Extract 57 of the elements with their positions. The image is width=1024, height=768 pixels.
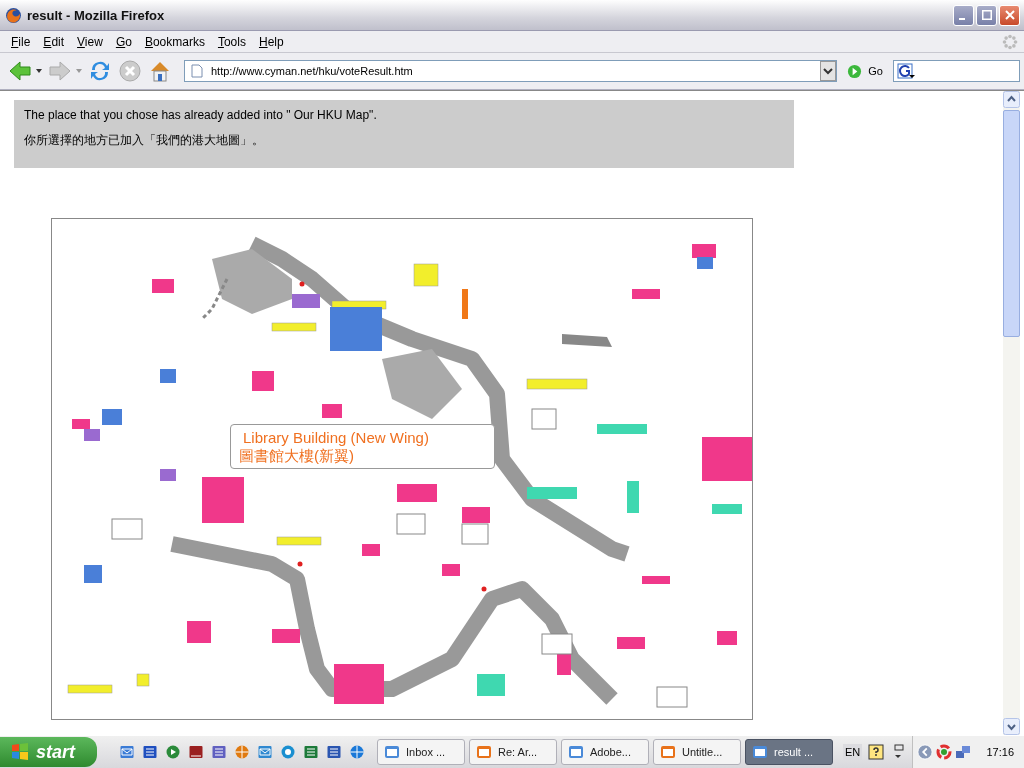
reload-icon[interactable]: [88, 59, 112, 83]
taskbar-button[interactable]: Re: Ar...: [469, 739, 557, 765]
dropdown-caret-icon[interactable]: [36, 69, 42, 73]
menu-item[interactable]: Help: [253, 34, 292, 49]
window-icon: [660, 744, 676, 760]
close-button[interactable]: [999, 4, 1020, 26]
menu-item[interactable]: Tools: [212, 34, 254, 49]
window-icon: [476, 744, 492, 760]
scrollbar[interactable]: [1003, 91, 1020, 735]
search-engine-icon[interactable]: [897, 63, 915, 79]
browser-logo-icon: [5, 6, 22, 24]
taskbar-button[interactable]: result ...: [745, 739, 833, 765]
menu-item[interactable]: File: [6, 34, 39, 49]
address-field[interactable]: http://www.cyman.net/hku/voteResult.htm: [184, 60, 838, 82]
language-indicator[interactable]: EN: [843, 744, 863, 760]
document-icon[interactable]: [326, 744, 342, 760]
help-icon[interactable]: [868, 744, 885, 760]
menu-item[interactable]: View: [72, 34, 111, 49]
scrollbar-thumb[interactable]: [1003, 110, 1020, 337]
page-icon: [191, 64, 203, 78]
play-icon[interactable]: [165, 744, 181, 760]
window-title: result - Mozilla Firefox: [27, 7, 166, 23]
color-ring-icon[interactable]: [936, 744, 953, 760]
notice-text: The place that you chose has already added into " Our HKU Map".: [24, 108, 378, 122]
minimize-button[interactable]: [953, 4, 974, 26]
taskbar-button[interactable]: Adobe...: [561, 739, 649, 765]
spreadsheet-icon[interactable]: [303, 744, 319, 760]
clock: 17:16: [986, 746, 1014, 758]
tooltip-text: Library Building (New Wing): [242, 429, 430, 447]
close-icon: [1004, 10, 1015, 20]
scroll-up-icon[interactable]: [1003, 91, 1020, 108]
notice-text: 你所選擇的地方已加入「我們的港大地圖」。: [24, 132, 265, 149]
menu-item[interactable]: Edit: [38, 34, 73, 49]
search-field[interactable]: [893, 60, 1020, 82]
globe-icon[interactable]: [234, 744, 250, 760]
windows-logo-icon: [10, 742, 30, 762]
menu-item[interactable]: Bookmarks: [139, 34, 213, 49]
minimize-icon: [959, 18, 965, 20]
window-icon: [568, 744, 584, 760]
tooltip-text: 圖書館大樓(新翼): [239, 447, 355, 465]
maximize-icon: [981, 10, 992, 20]
book-icon[interactable]: [188, 744, 204, 760]
maximize-button[interactable]: [976, 4, 997, 26]
menu-item[interactable]: Go: [110, 34, 140, 49]
globe-icon[interactable]: [349, 744, 365, 760]
window-icon: [752, 744, 768, 760]
activity-indicator-icon: [1002, 33, 1018, 50]
taskbar-button[interactable]: Inbox ...: [377, 739, 465, 765]
stop-icon[interactable]: [118, 59, 142, 83]
document-icon[interactable]: [211, 744, 227, 760]
envelope-icon[interactable]: [119, 744, 135, 760]
taskbar-button[interactable]: Untitle...: [653, 739, 741, 765]
scroll-down-icon[interactable]: [1003, 718, 1020, 735]
window-icon: [384, 744, 400, 760]
go-button[interactable]: Go: [843, 63, 887, 79]
network-icon[interactable]: [955, 744, 972, 760]
envelope-icon[interactable]: [257, 744, 273, 760]
